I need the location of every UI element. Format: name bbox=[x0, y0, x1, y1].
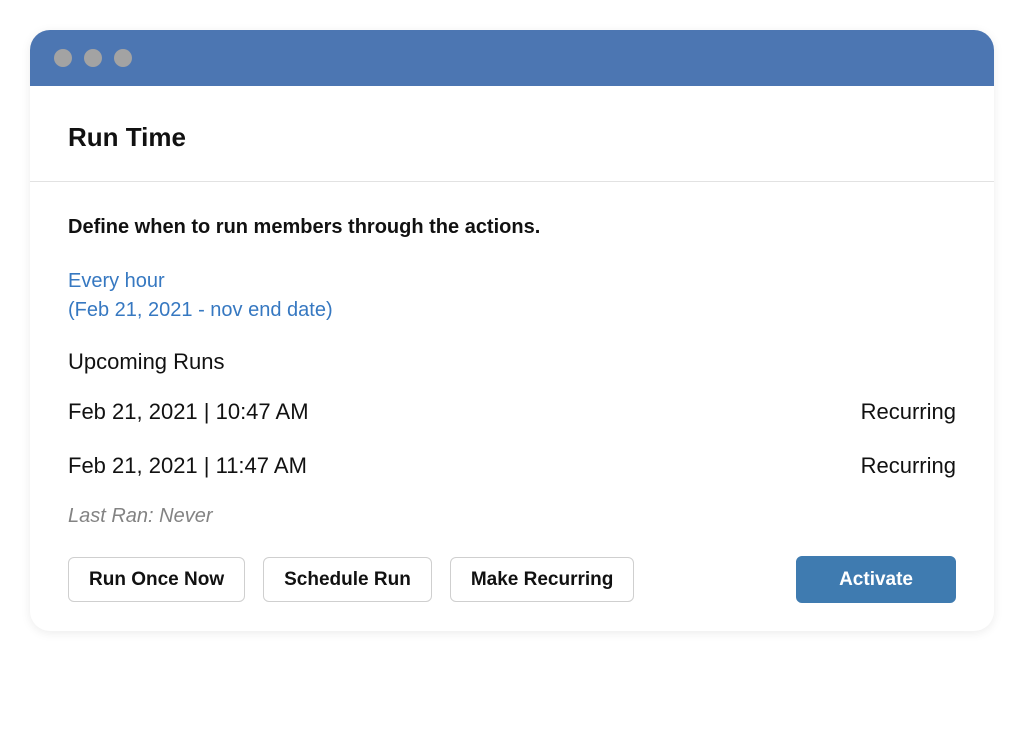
run-once-now-button[interactable]: Run Once Now bbox=[68, 557, 245, 602]
schedule-run-button[interactable]: Schedule Run bbox=[263, 557, 432, 602]
window-control-minimize[interactable] bbox=[84, 49, 102, 67]
header-section: Run Time bbox=[30, 86, 994, 182]
app-window: Run Time Define when to run members thro… bbox=[30, 30, 994, 631]
description-text: Define when to run members through the a… bbox=[68, 216, 956, 239]
run-datetime: Feb 21, 2021 | 11:47 AM bbox=[68, 453, 307, 479]
run-datetime: Feb 21, 2021 | 10:47 AM bbox=[68, 399, 309, 425]
run-row: Feb 21, 2021 | 10:47 AM Recurring bbox=[68, 399, 956, 425]
window-titlebar bbox=[30, 30, 994, 86]
make-recurring-button[interactable]: Make Recurring bbox=[450, 557, 635, 602]
schedule-frequency-text: Every hour bbox=[68, 267, 333, 296]
page-title: Run Time bbox=[68, 122, 956, 153]
run-type: Recurring bbox=[861, 399, 956, 425]
run-type: Recurring bbox=[861, 453, 956, 479]
last-ran-text: Last Ran: Never bbox=[68, 505, 956, 528]
upcoming-runs-heading: Upcoming Runs bbox=[68, 349, 956, 375]
schedule-summary-link[interactable]: Every hour (Feb 21, 2021 - nov end date) bbox=[68, 267, 333, 325]
run-row: Feb 21, 2021 | 11:47 AM Recurring bbox=[68, 453, 956, 479]
schedule-daterange-text: (Feb 21, 2021 - nov end date) bbox=[68, 296, 333, 325]
activate-button[interactable]: Activate bbox=[796, 556, 956, 603]
content-section: Define when to run members through the a… bbox=[30, 182, 994, 631]
window-control-close[interactable] bbox=[54, 49, 72, 67]
upcoming-runs-list: Feb 21, 2021 | 10:47 AM Recurring Feb 21… bbox=[68, 399, 956, 479]
window-control-maximize[interactable] bbox=[114, 49, 132, 67]
action-button-row: Run Once Now Schedule Run Make Recurring… bbox=[68, 556, 956, 603]
